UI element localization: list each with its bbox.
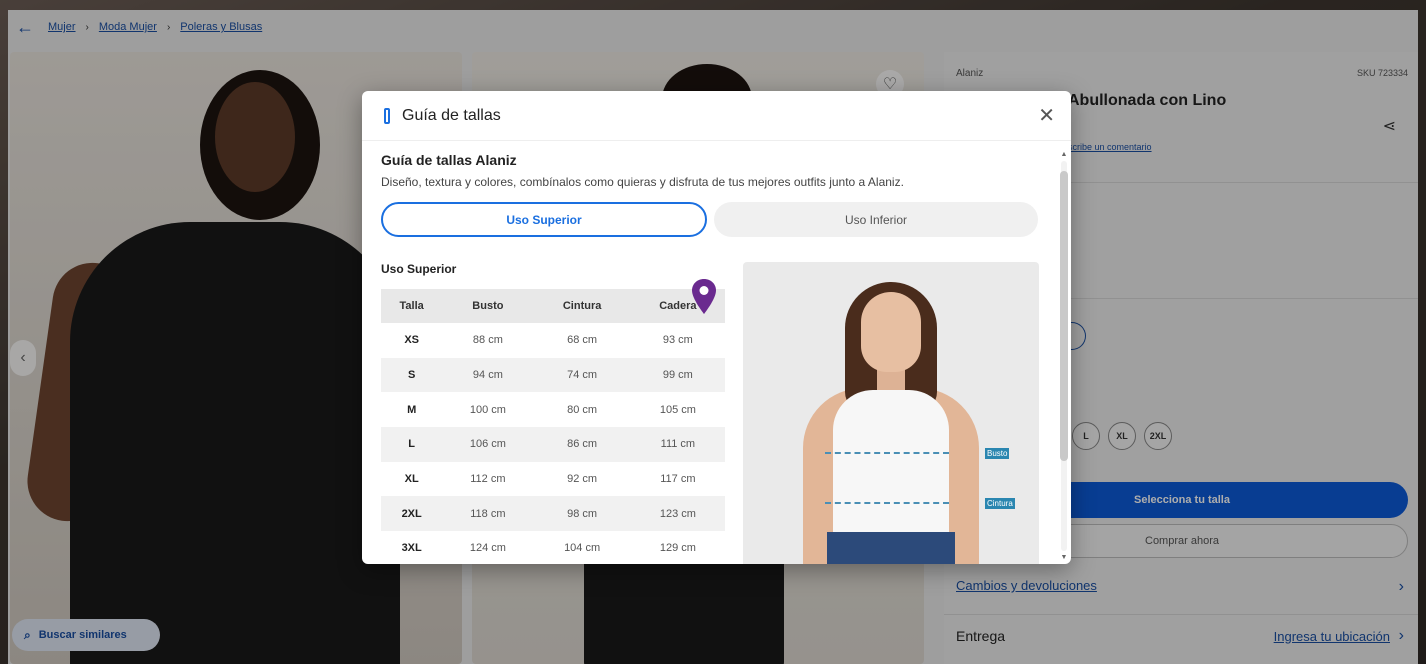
scroll-down-icon[interactable]: ▼ (1059, 554, 1069, 561)
size-table: Talla Busto Cintura Cadera XS 88 cm 68 c… (381, 289, 725, 564)
tab-uso-superior[interactable]: Uso Superior (381, 202, 707, 237)
table-cell: 94 cm (442, 357, 534, 393)
column-header-cintura: Cintura (533, 289, 631, 323)
table-cell: 2XL (381, 496, 443, 532)
table-row: 3XL 124 cm 104 cm 129 cm (381, 531, 725, 564)
model-tank-top (833, 390, 949, 540)
table-cell: 92 cm (567, 473, 598, 486)
table-cell: 98 cm (533, 496, 631, 532)
section-label: Uso Superior (381, 262, 457, 276)
column-header-busto: Busto (442, 289, 534, 323)
measurement-model-image: Busto Cintura (743, 262, 1039, 564)
table-cell: 111 cm (630, 427, 725, 462)
table-cell: 99 cm (630, 357, 725, 393)
size-guide-description: Diseño, textura y colores, combínalos co… (381, 175, 904, 189)
table-row: XL 112 cm 92 cm 117 cm (381, 462, 725, 497)
table-cell: 118 cm (442, 496, 534, 532)
size-guide-modal: Guía de tallas ✕ Guía de tallas Alaniz D… (362, 91, 1071, 564)
map-pin-icon (692, 279, 716, 314)
table-cell: 104 cm (564, 542, 601, 555)
column-header-talla: Talla (381, 289, 443, 323)
ruler-icon (384, 107, 390, 124)
table-cell: L (381, 427, 443, 462)
table-cell: 129 cm (659, 542, 696, 555)
waist-tag: Cintura (985, 498, 1015, 509)
table-cell: S (381, 357, 443, 393)
tab-uso-inferior[interactable]: Uso Inferior (714, 202, 1038, 237)
table-row: XS 88 cm 68 cm 93 cm (381, 323, 725, 358)
table-cell: 80 cm (567, 403, 598, 416)
table-cell: XL (404, 473, 419, 486)
modal-title: Guía de tallas (402, 106, 501, 124)
table-cell: 105 cm (659, 403, 696, 416)
table-cell: 124 cm (469, 542, 506, 555)
scroll-up-icon[interactable]: ▲ (1059, 151, 1069, 158)
table-cell: 74 cm (533, 357, 631, 393)
modal-scrollbar[interactable]: ▲ ▼ (1059, 151, 1069, 561)
model-jeans (827, 532, 955, 564)
model-face (861, 292, 921, 372)
table-cell: 88 cm (472, 334, 503, 347)
table-cell: 112 cm (470, 473, 506, 486)
table-cell: 106 cm (442, 427, 534, 462)
table-cell: 93 cm (662, 334, 693, 347)
table-row: 2XL 118 cm 98 cm 123 cm (381, 496, 725, 532)
table-cell: 123 cm (630, 496, 725, 532)
waist-measure-line (825, 502, 949, 504)
modal-body: Guía de tallas Alaniz Diseño, textura y … (362, 141, 1054, 564)
table-cell: 86 cm (533, 427, 631, 462)
table-cell: XS (404, 334, 419, 347)
bust-measure-line (825, 452, 949, 454)
modal-header: Guía de tallas ✕ (362, 91, 1071, 141)
table-row: M 100 cm 80 cm 105 cm (381, 392, 725, 427)
bust-tag: Busto (985, 448, 1010, 459)
table-cell: 100 cm (469, 403, 506, 416)
scrollbar-thumb[interactable] (1060, 171, 1068, 461)
table-cell: 68 cm (567, 334, 598, 347)
close-icon[interactable]: ✕ (1038, 106, 1055, 126)
table-row: L 106 cm 86 cm 111 cm (381, 427, 725, 462)
size-guide-heading: Guía de tallas Alaniz (381, 152, 517, 168)
table-cell: 3XL (401, 542, 422, 555)
table-cell: M (407, 403, 417, 416)
table-row: S 94 cm 74 cm 99 cm (381, 357, 725, 393)
table-header-row: Talla Busto Cintura Cadera (381, 289, 725, 323)
table-cell: 117 cm (660, 473, 696, 486)
